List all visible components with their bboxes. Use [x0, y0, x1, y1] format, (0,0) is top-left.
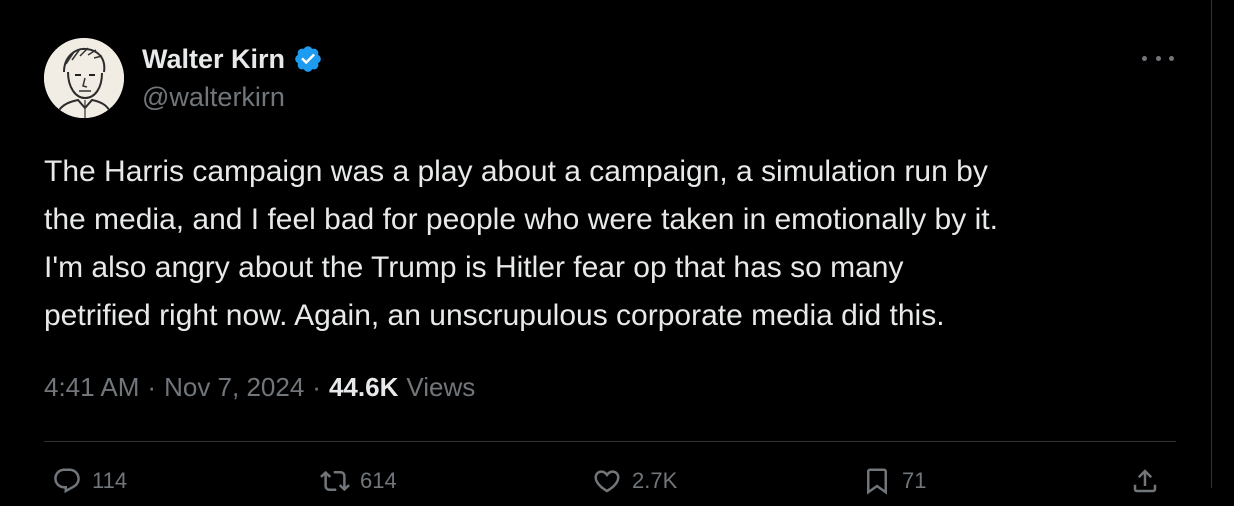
- avatar-sketch-icon: [44, 38, 124, 118]
- repost-button[interactable]: 614: [320, 466, 397, 496]
- tweet-header: Walter Kirn @walterkirn: [44, 38, 1184, 118]
- tweet-text: The Harris campaign was a play about a c…: [44, 155, 998, 332]
- repost-count: 614: [360, 468, 397, 493]
- dot: [1155, 55, 1161, 61]
- like-button[interactable]: 2.7K: [592, 466, 677, 496]
- like-count: 2.7K: [632, 468, 678, 493]
- author-display-name[interactable]: Walter Kirn: [142, 44, 285, 75]
- share-icon: [1133, 469, 1157, 493]
- share-button[interactable]: [1130, 466, 1160, 496]
- tweet-card: Walter Kirn @walterkirn The Harris campa…: [0, 0, 1212, 495]
- reply-count: 114: [92, 468, 128, 493]
- divider: [44, 441, 1176, 442]
- meta-separator: ·: [147, 372, 157, 402]
- tweet-date[interactable]: Nov 7, 2024: [164, 372, 304, 403]
- dot: [1169, 55, 1174, 61]
- verified-badge-icon[interactable]: [293, 44, 323, 74]
- dot: [1142, 55, 1147, 61]
- reply-button[interactable]: 114: [52, 466, 127, 496]
- like-icon: [594, 470, 620, 493]
- more-options-icon[interactable]: [1142, 48, 1174, 68]
- avatar[interactable]: [44, 38, 124, 118]
- bookmark-count: 71: [902, 468, 927, 493]
- display-name-row: Walter Kirn: [142, 42, 323, 76]
- repost-icon: [320, 470, 350, 492]
- views-label: Views: [406, 372, 476, 402]
- tweet-time[interactable]: 4:41 AM: [44, 372, 139, 403]
- bookmark-icon: [867, 468, 887, 495]
- views-count[interactable]: 44.6K: [329, 372, 398, 403]
- author-names: Walter Kirn @walterkirn: [142, 42, 323, 113]
- author-handle[interactable]: @walterkirn: [142, 82, 323, 113]
- tweet-meta: 4:41 AM · Nov 7, 2024 · 44.6K Views: [44, 372, 475, 403]
- meta-separator: ·: [312, 372, 321, 402]
- bookmark-button[interactable]: 71: [862, 466, 926, 496]
- action-bar: 114 614 2.7K 71: [44, 466, 1176, 506]
- reply-icon: [54, 468, 80, 494]
